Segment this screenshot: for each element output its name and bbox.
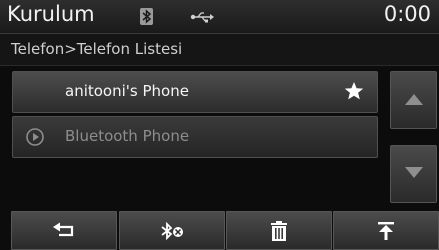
bluetooth-disconnect-button[interactable] — [119, 211, 225, 250]
list-item[interactable]: anitooni's Phone — [12, 71, 378, 113]
back-button[interactable] — [11, 211, 117, 250]
bluetooth-disconnect-icon — [161, 221, 183, 240]
triangle-down-icon — [405, 167, 423, 178]
phone-list: anitooni's Phone Bluetooth Phone — [12, 71, 378, 209]
bluetooth-icon — [140, 8, 153, 25]
trash-icon — [271, 220, 287, 241]
breadcrumb: Telefon>Telefon Listesi — [0, 34, 439, 65]
list-item-label: anitooni's Phone — [65, 82, 189, 100]
list-item[interactable]: Bluetooth Phone — [12, 116, 378, 158]
scroll-down-button[interactable] — [390, 145, 437, 203]
divider — [0, 65, 439, 66]
usb-icon — [190, 9, 214, 28]
play-icon — [25, 127, 45, 151]
move-to-top-button[interactable] — [333, 211, 439, 250]
breadcrumb-text: Telefon>Telefon Listesi — [11, 40, 183, 58]
back-icon — [53, 222, 74, 236]
status-bar: Kurulum 0:00 — [0, 0, 439, 34]
star-icon — [344, 81, 364, 105]
triangle-up-icon — [405, 94, 423, 105]
delete-button[interactable] — [226, 211, 332, 250]
clock: 0:00 — [383, 2, 431, 26]
scroll-up-button[interactable] — [390, 71, 437, 129]
bottom-bar — [0, 211, 439, 250]
list-item-label: Bluetooth Phone — [65, 127, 190, 145]
page-title: Kurulum — [7, 2, 95, 26]
move-to-top-icon — [378, 221, 394, 240]
